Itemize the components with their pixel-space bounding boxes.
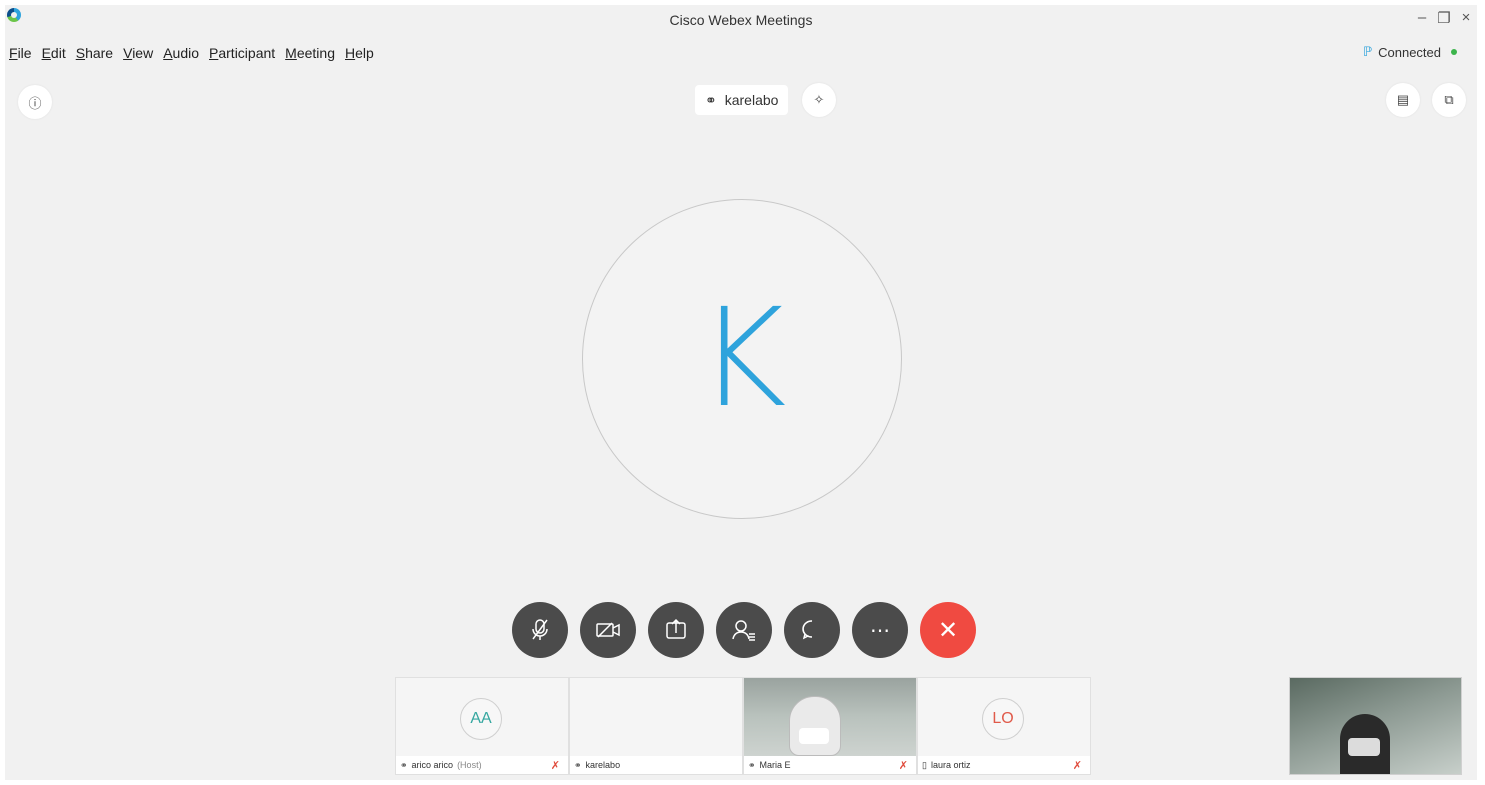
video-off-icon	[596, 622, 620, 638]
microphone-muted-icon	[532, 619, 548, 640]
active-speaker-name: karelabo	[724, 92, 779, 108]
headset-icon: ⚭	[705, 91, 717, 108]
popout-icon: ⧉	[1444, 92, 1454, 107]
self-view-mask	[1348, 738, 1380, 756]
restore-button[interactable]: ❐	[1433, 9, 1455, 27]
pin-speaker-button[interactable]: ✧	[802, 83, 836, 117]
title-bar: Cisco Webex Meetings – ❐ ×	[5, 5, 1477, 37]
participants-icon	[732, 620, 755, 641]
pin-icon: ✧	[813, 92, 825, 107]
participant-tile[interactable]: ⚭ Maria E ✗	[743, 677, 917, 775]
connection-icon: ℙ	[1362, 44, 1373, 59]
participant-tile[interactable]: ⚭ karelabo	[569, 677, 743, 775]
muted-icon: ✗	[898, 759, 908, 772]
menu-bar: File Edit Share View Audio Participant M…	[9, 45, 374, 61]
participant-initials: LO	[982, 698, 1024, 740]
muted-icon: ✗	[550, 759, 560, 772]
self-view-video[interactable]	[1289, 677, 1462, 775]
connection-label: Connected	[1378, 44, 1441, 60]
meeting-window: Cisco Webex Meetings – ❐ × File Edit Sha…	[5, 5, 1477, 780]
participant-label: ⚭ arico arico (Host) ✗	[396, 756, 568, 774]
more-icon: ⋯	[870, 619, 890, 642]
window-title: Cisco Webex Meetings	[669, 12, 813, 28]
menu-meeting[interactable]: Meeting	[285, 45, 335, 61]
participant-name: karelabo	[585, 760, 621, 770]
muted-icon: ✗	[1072, 759, 1082, 772]
connection-status[interactable]: ℙ Connected	[1363, 44, 1457, 60]
headset-icon: ⚭	[574, 759, 582, 770]
participants-button[interactable]	[716, 602, 772, 658]
headset-icon: ⚭	[748, 759, 756, 770]
chat-button[interactable]	[784, 602, 840, 658]
menu-file[interactable]: File	[9, 45, 32, 61]
headset-icon: ⚭	[400, 759, 408, 770]
meeting-controls: ⋯ ✕	[512, 602, 976, 658]
participant-tile[interactable]: LO ▯ laura ortiz ✗	[917, 677, 1091, 775]
end-meeting-button[interactable]: ✕	[920, 602, 976, 658]
chat-icon	[802, 620, 813, 640]
active-speaker-avatar: K	[582, 199, 902, 519]
menu-help[interactable]: Help	[345, 45, 374, 61]
layout-button[interactable]: ▤	[1386, 83, 1420, 117]
minimize-button[interactable]: –	[1411, 9, 1433, 26]
participant-label: ▯ laura ortiz ✗	[918, 756, 1090, 774]
video-button[interactable]	[580, 602, 636, 658]
layout-icon: ▤	[1396, 92, 1410, 107]
share-button[interactable]	[648, 602, 704, 658]
close-icon: ✕	[937, 616, 959, 644]
info-icon: ⓘ	[28, 95, 42, 111]
participant-video-mask	[799, 728, 829, 744]
more-button[interactable]: ⋯	[852, 602, 908, 658]
participant-name: arico arico	[411, 760, 454, 770]
meeting-info-button[interactable]: ⓘ	[18, 85, 52, 119]
participant-label: ⚭ Maria E ✗	[744, 756, 916, 774]
menu-edit[interactable]: Edit	[42, 45, 66, 61]
mute-button[interactable]	[512, 602, 568, 658]
participant-strip: AA ⚭ arico arico (Host) ✗ ⚭ karelabo ⚭ M…	[395, 677, 1091, 775]
menu-participant[interactable]: Participant	[209, 45, 275, 61]
participant-name: Maria E	[759, 760, 791, 770]
participant-video	[789, 696, 841, 756]
phone-icon: ▯	[922, 759, 927, 770]
participant-name: laura ortiz	[930, 760, 971, 770]
menu-audio[interactable]: Audio	[163, 45, 199, 61]
participant-tile[interactable]: AA ⚭ arico arico (Host) ✗	[395, 677, 569, 775]
participant-label: ⚭ karelabo	[570, 756, 742, 774]
popout-button[interactable]: ⧉	[1432, 83, 1466, 117]
participant-initials: AA	[460, 698, 502, 740]
share-icon	[666, 618, 686, 639]
active-speaker-tag: ⚭ karelabo	[695, 85, 789, 115]
close-window-button[interactable]: ×	[1455, 9, 1477, 26]
menu-view[interactable]: View	[123, 45, 153, 61]
connected-dot-icon	[1451, 49, 1457, 55]
menu-share[interactable]: Share	[76, 45, 113, 61]
participant-role: (Host)	[457, 760, 482, 770]
avatar-initial: K	[697, 280, 787, 438]
